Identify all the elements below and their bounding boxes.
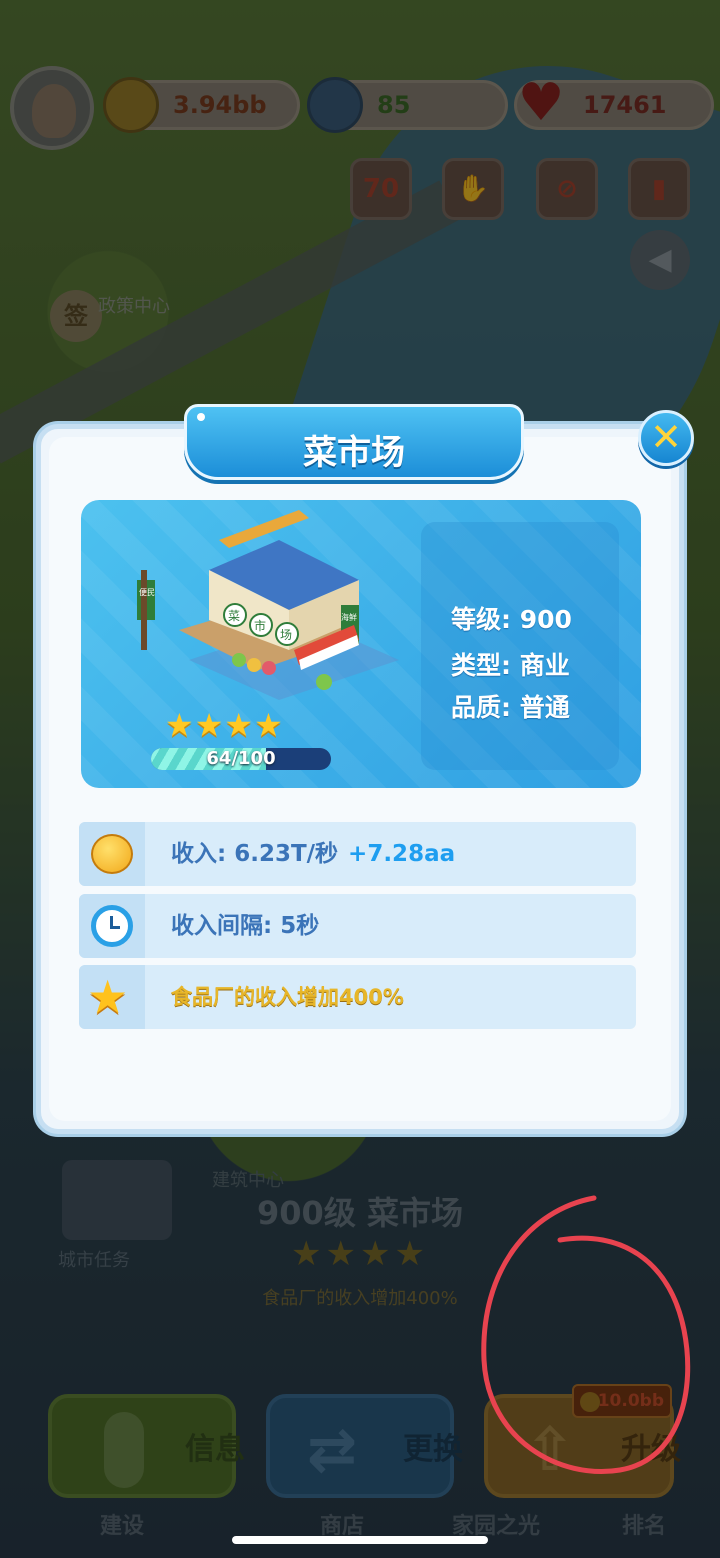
sign-circle-2: 市 — [254, 618, 266, 633]
level-progress-bar: 64/100 — [151, 748, 331, 770]
star-rating: ★★★★ — [165, 706, 284, 744]
banner-gloss — [197, 413, 205, 421]
sign-left-text: 便民 — [139, 587, 155, 597]
close-button[interactable]: ✕ — [638, 410, 694, 466]
type-stat: 类型: 商业 — [451, 651, 570, 680]
sign-circle-1: 菜 — [228, 609, 240, 623]
quality-stat: 品质: 普通 — [451, 693, 570, 722]
coin-icon — [91, 834, 133, 874]
building-card: 便民 海鲜 菜 市 场 ★★★★ 64/100 等级: 900 类型: 商业 品… — [81, 500, 641, 788]
dialog-title-banner: 菜市场 — [184, 404, 524, 480]
income-text: 收入: 6.23T/秒 +7.28aa — [171, 822, 455, 886]
income-icon-box — [79, 822, 145, 886]
dialog-title: 菜市场 — [303, 433, 405, 473]
stats-panel: 等级: 900 类型: 商业 品质: 普通 — [421, 522, 619, 770]
annotation-circle — [481, 1195, 691, 1474]
star-icon: ★ — [87, 970, 129, 1024]
interval-icon-box — [79, 894, 145, 958]
income-row: 收入: 6.23T/秒 +7.28aa — [79, 822, 636, 886]
sign-circle-3: 场 — [280, 628, 292, 642]
income-plus-value: +7.28aa — [348, 841, 456, 867]
sign-right-text: 海鲜 — [341, 612, 357, 622]
home-indicator[interactable] — [232, 1536, 488, 1544]
vegetable-market-building: 便民 海鲜 菜 市 场 — [137, 510, 399, 700]
interval-row: 收入间隔: 5秒 — [79, 894, 636, 958]
clock-icon — [91, 905, 133, 947]
bonus-text: 食品厂的收入增加400% — [171, 985, 404, 1009]
interval-text: 收入间隔: 5秒 — [171, 913, 320, 939]
bonus-icon-box: ★ — [79, 965, 145, 1029]
bonus-row: ★ 食品厂的收入增加400% — [79, 965, 636, 1029]
income-value: 收入: 6.23T/秒 — [171, 841, 339, 867]
level-stat: 等级: 900 — [451, 605, 572, 634]
progress-label: 64/100 — [206, 748, 276, 769]
